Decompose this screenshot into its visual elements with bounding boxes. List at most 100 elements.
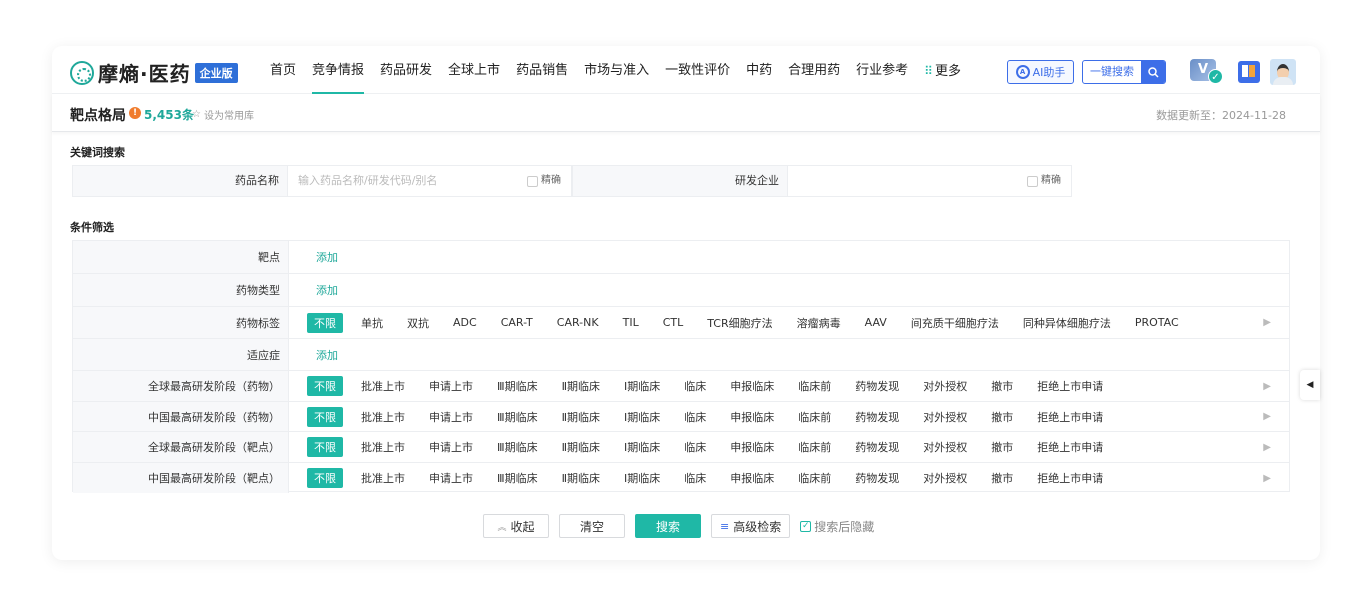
filter-option[interactable]: Ⅱ期临床	[562, 409, 600, 425]
search-icon[interactable]	[1141, 61, 1165, 83]
filter-option[interactable]: 撤市	[991, 409, 1013, 425]
vip-icon[interactable]: V ✓	[1190, 59, 1224, 85]
filter-option[interactable]: 临床前	[798, 470, 831, 486]
expand-arrow-icon[interactable]: ▶	[1263, 381, 1271, 392]
filter-option[interactable]: TIL	[623, 316, 639, 329]
add-link[interactable]: 添加	[316, 347, 338, 363]
filter-option[interactable]: Ⅱ期临床	[562, 470, 600, 486]
filter-option[interactable]: 对外授权	[923, 470, 967, 486]
menu-item-10[interactable]: ⠿ 更多	[916, 46, 969, 94]
hide-after-search-checkbox[interactable]: ✓ 搜索后隐藏	[800, 518, 874, 535]
filter-option[interactable]: 撤市	[991, 439, 1013, 455]
menu-item-6[interactable]: 一致性评价	[657, 46, 738, 94]
filter-option[interactable]: 拒绝上市申请	[1037, 470, 1103, 486]
filter-option[interactable]: Ⅲ期临床	[497, 378, 538, 394]
filter-option[interactable]: 间充质干细胞疗法	[911, 315, 999, 331]
expand-arrow-icon[interactable]: ▶	[1263, 442, 1271, 453]
filter-option[interactable]: 申请上市	[429, 439, 473, 455]
filter-option[interactable]: 药物发现	[855, 439, 899, 455]
logo[interactable]: 摩熵·医药 企业版	[70, 58, 238, 87]
company-exact-checkbox[interactable]: 精确	[1027, 166, 1061, 196]
expand-arrow-icon[interactable]: ▶	[1263, 411, 1271, 422]
option-all[interactable]: 不限	[307, 406, 343, 427]
company-input[interactable]: 精确	[788, 165, 1072, 197]
filter-option[interactable]: 批准上市	[361, 378, 405, 394]
filter-option[interactable]: 对外授权	[923, 378, 967, 394]
menu-item-4[interactable]: 药品销售	[508, 46, 576, 94]
search-button[interactable]: 搜索	[635, 514, 701, 538]
option-all[interactable]: 不限	[307, 312, 343, 333]
filter-option[interactable]: 申报临床	[730, 378, 774, 394]
filter-option[interactable]: 溶瘤病毒	[797, 315, 841, 331]
book-icon[interactable]	[1238, 61, 1260, 83]
filter-option[interactable]: Ⅱ期临床	[562, 378, 600, 394]
filter-option[interactable]: 药物发现	[855, 378, 899, 394]
menu-item-8[interactable]: 合理用药	[780, 46, 848, 94]
advanced-search-button[interactable]: ≡ 高级检索	[711, 514, 791, 538]
filter-option[interactable]: CAR-NK	[557, 316, 599, 329]
filter-option[interactable]: Ⅱ期临床	[562, 439, 600, 455]
filter-option[interactable]: 临床前	[798, 378, 831, 394]
menu-item-9[interactable]: 行业参考	[848, 46, 916, 94]
filter-option[interactable]: 批准上市	[361, 439, 405, 455]
filter-option[interactable]: AAV	[865, 316, 887, 329]
filter-option[interactable]: Ⅰ期临床	[624, 378, 660, 394]
collapse-button[interactable]: ︽ 收起	[483, 514, 549, 538]
option-all[interactable]: 不限	[307, 376, 343, 396]
favorite-button[interactable]: ☆ 设为常用库	[192, 107, 254, 122]
filter-option[interactable]: 批准上市	[361, 409, 405, 425]
filter-option[interactable]: CAR-T	[501, 316, 533, 329]
drug-name-input[interactable]: 输入药品名称/研发代码/别名 精确	[288, 165, 572, 197]
filter-option[interactable]: 临床	[684, 470, 706, 486]
filter-option[interactable]: 拒绝上市申请	[1037, 439, 1103, 455]
filter-option[interactable]: 临床	[684, 378, 706, 394]
filter-option[interactable]: ADC	[453, 316, 477, 329]
option-all[interactable]: 不限	[307, 468, 343, 488]
expand-arrow-icon[interactable]: ▶	[1263, 317, 1271, 328]
filter-option[interactable]: Ⅲ期临床	[497, 409, 538, 425]
filter-option[interactable]: 撤市	[991, 470, 1013, 486]
menu-item-3[interactable]: 全球上市	[440, 46, 508, 94]
add-link[interactable]: 添加	[316, 282, 338, 298]
avatar[interactable]	[1270, 59, 1296, 85]
filter-option[interactable]: 申请上市	[429, 409, 473, 425]
filter-option[interactable]: PROTAC	[1135, 316, 1179, 329]
filter-option[interactable]: 申请上市	[429, 378, 473, 394]
menu-item-7[interactable]: 中药	[738, 46, 780, 94]
filter-option[interactable]: 对外授权	[923, 409, 967, 425]
filter-option[interactable]: 撤市	[991, 378, 1013, 394]
filter-option[interactable]: Ⅰ期临床	[624, 409, 660, 425]
filter-option[interactable]: 申请上市	[429, 470, 473, 486]
filter-option[interactable]: 临床前	[798, 409, 831, 425]
menu-item-2[interactable]: 药品研发	[372, 46, 440, 94]
filter-option[interactable]: CTL	[663, 316, 684, 329]
filter-option[interactable]: 药物发现	[855, 470, 899, 486]
add-link[interactable]: 添加	[316, 249, 338, 265]
menu-item-0[interactable]: 首页	[262, 46, 304, 94]
filter-option[interactable]: 批准上市	[361, 470, 405, 486]
filter-option[interactable]: Ⅰ期临床	[624, 470, 660, 486]
drug-exact-checkbox[interactable]: 精确	[527, 166, 561, 196]
filter-option[interactable]: 药物发现	[855, 409, 899, 425]
menu-item-1[interactable]: 竞争情报	[304, 46, 372, 94]
filter-option[interactable]: Ⅲ期临床	[497, 439, 538, 455]
filter-option[interactable]: TCR细胞疗法	[707, 315, 772, 331]
filter-option[interactable]: 拒绝上市申请	[1037, 409, 1103, 425]
clear-button[interactable]: 清空	[559, 514, 625, 538]
filter-option[interactable]: 拒绝上市申请	[1037, 378, 1103, 394]
option-all[interactable]: 不限	[307, 437, 343, 457]
filter-option[interactable]: 临床	[684, 409, 706, 425]
filter-option[interactable]: 双抗	[407, 315, 429, 331]
filter-option[interactable]: 临床	[684, 439, 706, 455]
quick-search[interactable]: 一键搜索	[1082, 60, 1166, 84]
filter-option[interactable]: 申报临床	[730, 439, 774, 455]
filter-option[interactable]: 申报临床	[730, 409, 774, 425]
ai-assistant-button[interactable]: A AI助手	[1007, 60, 1074, 84]
collapse-handle-icon[interactable]: ◀	[1300, 370, 1320, 400]
filter-option[interactable]: 对外授权	[923, 439, 967, 455]
filter-option[interactable]: Ⅰ期临床	[624, 439, 660, 455]
filter-option[interactable]: 单抗	[361, 315, 383, 331]
filter-option[interactable]: Ⅲ期临床	[497, 470, 538, 486]
filter-option[interactable]: 临床前	[798, 439, 831, 455]
filter-option[interactable]: 申报临床	[730, 470, 774, 486]
